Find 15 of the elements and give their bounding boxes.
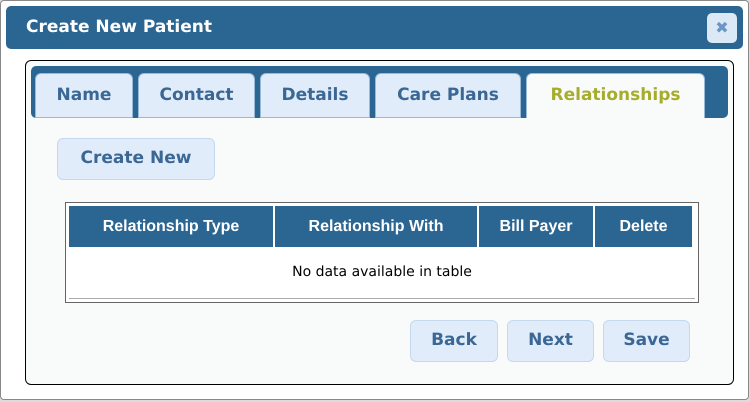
tab[interactable]: Name xyxy=(35,73,133,118)
tab[interactable]: Details xyxy=(260,73,370,118)
footer-button[interactable]: Next xyxy=(507,320,594,362)
create-new-button[interactable]: Create New xyxy=(57,138,215,180)
column-header: Bill Payer xyxy=(479,206,593,247)
column-header: Relationship Type xyxy=(69,206,273,247)
empty-table-message: No data available in table xyxy=(292,263,472,282)
close-button[interactable]: ✖ xyxy=(707,12,737,42)
tab[interactable]: Contact xyxy=(138,73,255,118)
column-header: Relationship With xyxy=(275,206,477,247)
column-header: Delete xyxy=(595,206,692,247)
tab[interactable]: Care Plans xyxy=(375,73,521,118)
window-title: Create New Patient xyxy=(26,16,212,39)
footer-button[interactable]: Back xyxy=(410,320,498,362)
footer-button[interactable]: Save xyxy=(603,320,690,362)
